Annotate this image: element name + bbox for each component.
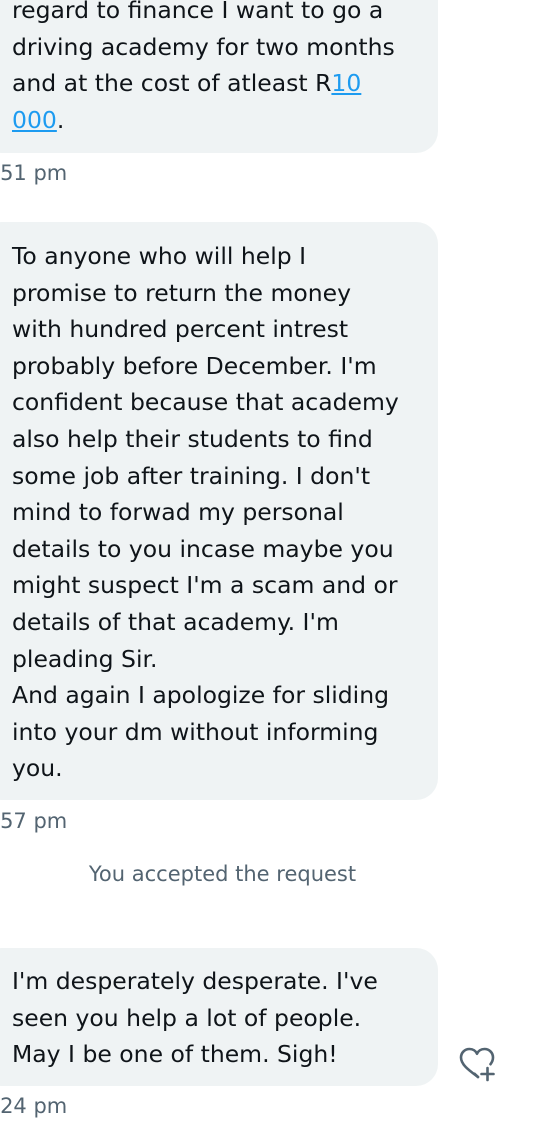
message-timestamp: :51 pm: [0, 161, 68, 185]
request-accepted-note: You accepted the request: [88, 862, 357, 886]
heart-plus-icon: [459, 1047, 495, 1082]
message-timestamp: :24 pm: [0, 1094, 68, 1118]
message-timestamp: :57 pm: [0, 809, 68, 833]
message-text: To anyone who will help I promise to ret…: [12, 242, 399, 783]
message-text-suffix: .: [56, 105, 65, 134]
message-text: I'm desperately desperate. I've seen you…: [12, 967, 378, 1069]
message-bubble[interactable]: regard to finance I want to go a driving…: [0, 0, 438, 153]
add-reaction-button[interactable]: [456, 1044, 498, 1086]
message-bubble[interactable]: To anyone who will help I promise to ret…: [0, 222, 438, 800]
message-bubble[interactable]: I'm desperately desperate. I've seen you…: [0, 948, 438, 1086]
